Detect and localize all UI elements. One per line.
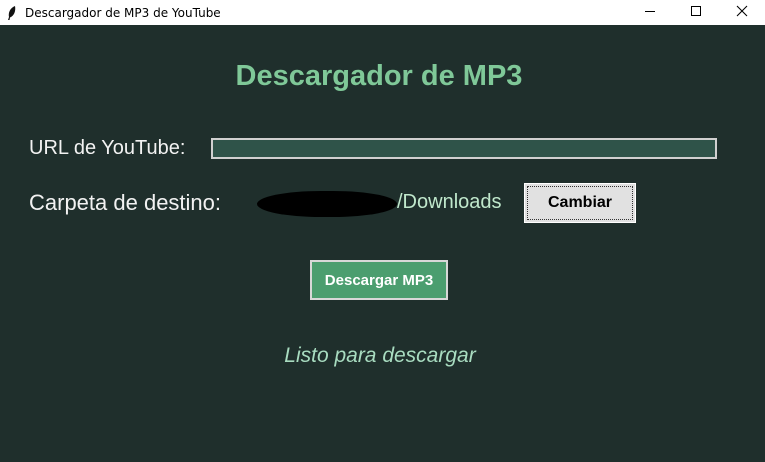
feather-icon [7,5,17,20]
redacted-path [257,191,397,217]
app-content: Descargador de MP3 URL de YouTube: Carpe… [0,25,765,462]
minimize-icon [644,4,656,22]
destination-path: /Downloads [397,191,502,213]
download-mp3-button[interactable]: Descargar MP3 [310,260,448,300]
window-title: Descargador de MP3 de YouTube [25,5,221,20]
folder-label: Carpeta de destino: [29,190,222,215]
window-controls [627,0,765,25]
close-icon [736,4,748,22]
page-title: Descargador de MP3 [235,60,523,92]
maximize-button[interactable] [673,0,719,25]
minimize-button[interactable] [627,0,673,25]
url-input[interactable] [211,138,717,159]
close-button[interactable] [719,0,765,25]
url-label: URL de YouTube: [29,137,186,159]
maximize-icon [690,4,702,22]
change-folder-button[interactable]: Cambiar [524,183,636,223]
window-titlebar: Descargador de MP3 de YouTube [0,0,765,25]
status-text: Listo para descargar [284,344,476,367]
